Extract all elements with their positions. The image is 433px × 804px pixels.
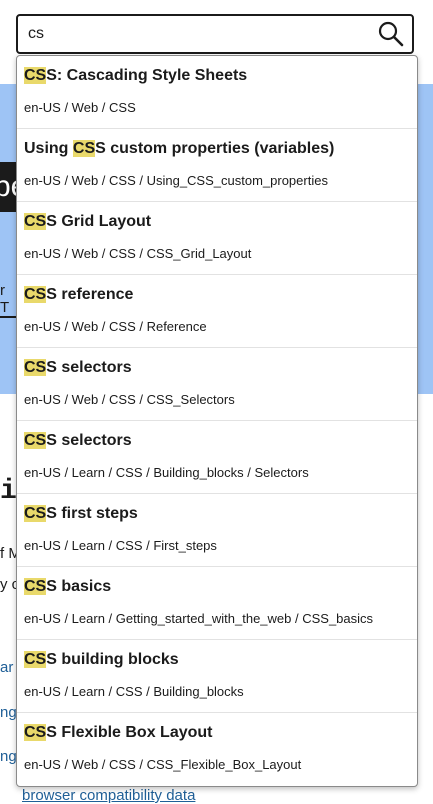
- result-title-rest: S reference: [46, 286, 134, 303]
- search-result-path: en-US / Web / CSS / CSS_Selectors: [24, 392, 235, 407]
- result-title-match-highlight: CS: [24, 213, 47, 230]
- page-link-fragment[interactable]: ng: [0, 704, 16, 721]
- search-box: [16, 14, 414, 54]
- result-title-rest: S selectors: [46, 432, 132, 449]
- search-icon: [378, 21, 404, 47]
- result-title-match-highlight: CS: [24, 724, 47, 741]
- search-result-path: en-US / Learn / CSS / First_steps: [24, 538, 217, 553]
- search-result-path: en-US / Learn / CSS / Building_blocks: [24, 684, 244, 699]
- search-result-title: CSS selectors: [24, 359, 132, 377]
- search-result-title: Using CSS custom properties (variables): [24, 140, 334, 158]
- result-title-rest: S building blocks: [46, 651, 179, 668]
- result-title-rest: S Flexible Box Layout: [46, 724, 213, 741]
- result-title-match-highlight: CS: [72, 140, 96, 157]
- search-result-item[interactable]: Using CSS custom properties (variables) e…: [17, 129, 417, 202]
- result-title-match-highlight: CS: [24, 578, 47, 595]
- search-result-item[interactable]: CSS basics en-US / Learn / Getting_starte…: [17, 567, 417, 640]
- browser-compat-link[interactable]: browser compatibility data: [22, 787, 195, 804]
- search-result-title: CSS building blocks: [24, 651, 179, 669]
- search-result-item[interactable]: CSS building blocks en-US / Learn / CSS /…: [17, 640, 417, 713]
- search-input[interactable]: [28, 16, 368, 52]
- search-result-title: CSS reference: [24, 286, 133, 304]
- search-result-title: CSS: Cascading Style Sheets: [24, 67, 247, 85]
- search-result-path: en-US / Web / CSS / Reference: [24, 319, 207, 334]
- result-title-rest: S: Cascading Style Sheets: [46, 67, 248, 84]
- result-title-rest: S custom properties (variables): [95, 140, 335, 157]
- search-result-item[interactable]: CSS selectors en-US / Web / CSS / CSS_Sel…: [17, 348, 417, 421]
- result-title-rest: S selectors: [46, 359, 132, 376]
- search-result-item[interactable]: CSS: Cascading Style Sheets en-US / Web /…: [17, 56, 417, 129]
- page-text-fragment: f M: [0, 545, 16, 562]
- result-title-rest: S basics: [46, 578, 112, 595]
- result-title-match-highlight: CS: [24, 432, 47, 449]
- page-heading-fragment: i: [0, 476, 16, 507]
- page-tab-fragment[interactable]: r T: [0, 282, 14, 316]
- result-title-match-highlight: CS: [24, 505, 47, 522]
- search-result-path: en-US / Web / CSS / CSS_Flexible_Box_Lay…: [24, 757, 302, 772]
- page-link-fragment[interactable]: ng: [0, 748, 16, 765]
- search-result-path: en-US / Web / CSS: [24, 100, 136, 115]
- result-title-match-highlight: CS: [24, 359, 47, 376]
- search-result-item[interactable]: CSS Flexible Box Layout en-US / Web / CSS…: [17, 713, 417, 786]
- search-result-path: en-US / Learn / Getting_started_with_the…: [24, 611, 374, 626]
- search-result-title: CSS basics: [24, 578, 111, 596]
- search-result-path: en-US / Web / CSS / Using_CSS_custom_pro…: [24, 173, 328, 188]
- result-title-match-highlight: CS: [24, 67, 47, 84]
- page-text-fragment: y c: [0, 576, 16, 593]
- page-tab-underline: [0, 316, 16, 318]
- result-title-match-highlight: CS: [24, 651, 47, 668]
- search-result-title: CSS Grid Layout: [24, 213, 151, 231]
- search-result-item[interactable]: CSS first steps en-US / Learn / CSS / Fir…: [17, 494, 417, 567]
- search-results-dropdown: CSS: Cascading Style Sheets en-US / Web /…: [16, 55, 418, 787]
- result-title-prefix: Using: [24, 140, 73, 157]
- result-title-match-highlight: CS: [24, 286, 47, 303]
- result-title-rest: S Grid Layout: [46, 213, 152, 230]
- page-link-fragment[interactable]: ar: [0, 659, 16, 676]
- search-button[interactable]: [376, 20, 406, 48]
- search-result-item[interactable]: CSS reference en-US / Web / CSS / Referen…: [17, 275, 417, 348]
- search-result-item[interactable]: CSS selectors en-US / Learn / CSS / Build…: [17, 421, 417, 494]
- search-result-title: CSS first steps: [24, 505, 138, 523]
- search-result-path: en-US / Learn / CSS / Building_blocks / …: [24, 465, 309, 480]
- search-result-title: CSS Flexible Box Layout: [24, 724, 213, 742]
- search-result-title: CSS selectors: [24, 432, 132, 450]
- search-result-path: en-US / Web / CSS / CSS_Grid_Layout: [24, 246, 252, 261]
- search-result-item[interactable]: CSS Grid Layout en-US / Web / CSS / CSS_G…: [17, 202, 417, 275]
- result-title-rest: S first steps: [46, 505, 138, 522]
